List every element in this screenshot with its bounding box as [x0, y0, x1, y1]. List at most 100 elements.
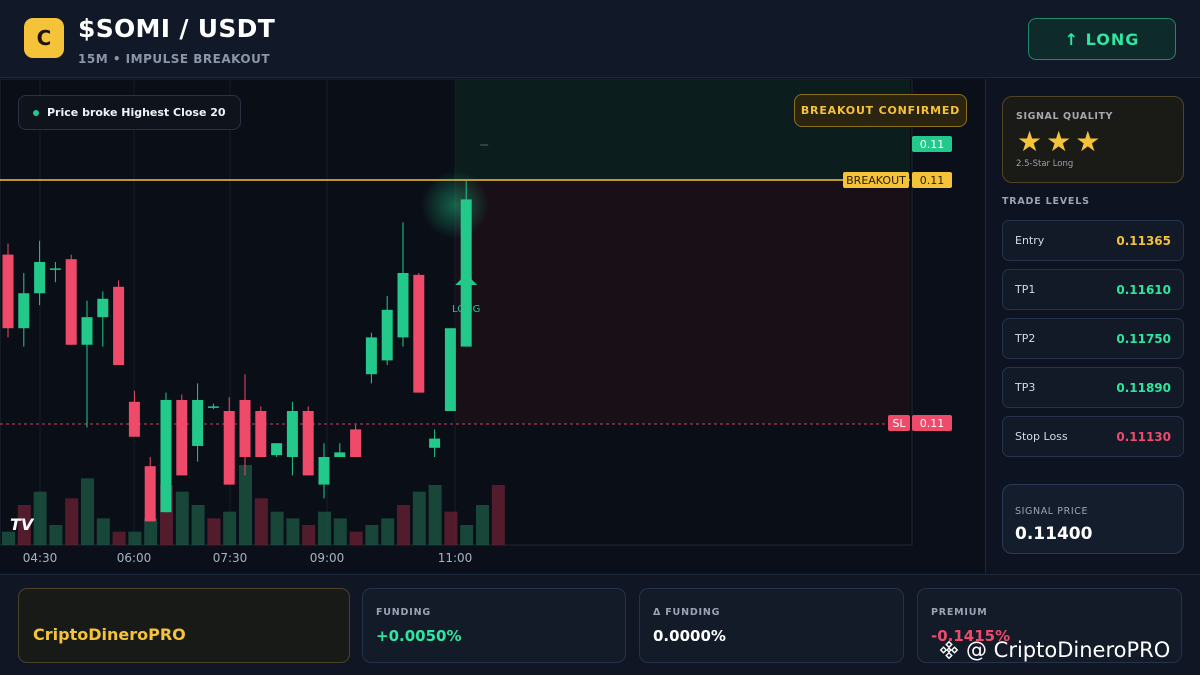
candle-body — [350, 429, 362, 457]
long-marker-label: LONG — [452, 304, 480, 315]
candle-body — [49, 268, 61, 270]
volume-bar — [223, 511, 237, 545]
brand-card: CriptoDineroPRO — [18, 588, 350, 663]
volume-bar — [381, 518, 395, 545]
candle-body — [255, 411, 267, 457]
timeframe-subtitle: 15M • IMPULSE BREAKOUT — [78, 52, 271, 66]
trade-level-value: 0.11130 — [1116, 430, 1171, 444]
candle-body — [113, 286, 125, 365]
trade-level-name: TP2 — [1015, 332, 1036, 345]
candle-body — [128, 401, 140, 437]
candle-body — [286, 411, 298, 457]
volume-bar — [96, 518, 110, 545]
volume-bar — [239, 465, 252, 545]
volume-bar — [333, 518, 347, 545]
candle-body — [160, 399, 172, 513]
header: C $SOMI / USDT 15M • IMPULSE BREAKOUT ↑ … — [0, 0, 1200, 78]
x-tick-label: 11:00 — [438, 551, 473, 565]
risk-zone — [455, 180, 910, 424]
signal-quality-subtitle: 2.5-Star Long — [1016, 159, 1074, 169]
trade-level-value: 0.11750 — [1116, 332, 1171, 346]
delta-funding-label: Δ FUNDING — [653, 607, 721, 618]
candle-body — [223, 411, 235, 485]
volume-bar — [428, 485, 442, 545]
last-price-tag: 0.11 — [920, 138, 945, 151]
volume-bar — [33, 491, 47, 545]
signal-price-label: SIGNAL PRICE — [1015, 506, 1089, 517]
candle-body — [318, 457, 330, 485]
breakout-info-text: Price broke Highest Close 20 — [47, 106, 226, 119]
candle-body — [192, 399, 204, 446]
funding-label: FUNDING — [376, 607, 431, 618]
trade-level-row: TP3 0.11890 — [1002, 367, 1184, 408]
watermark: @ CriptoDineroPRO — [938, 635, 1170, 665]
trade-level-value: 0.11365 — [1116, 234, 1171, 248]
signal-price-value: 0.11400 — [1015, 524, 1093, 544]
volume-bar — [175, 491, 189, 545]
trade-levels-heading: TRADE LEVELS — [1002, 196, 1090, 207]
breakout-info-pill: Price broke Highest Close 20 — [18, 95, 241, 130]
candle-body — [239, 399, 251, 457]
trade-level-name: TP1 — [1015, 283, 1036, 296]
volume-bar — [286, 518, 300, 545]
candle-body — [207, 406, 219, 408]
funding-value: +0.0050% — [376, 627, 462, 645]
candle-body — [271, 443, 283, 456]
chart-canvas[interactable]: LONG 0.11 BREAKOUT 0.11 SL 0.11 04:30 06:00 07:3… — [0, 79, 986, 573]
candle-body — [444, 328, 456, 411]
volume-bar — [302, 525, 316, 545]
signal-price-card: SIGNAL PRICE 0.11400 — [1002, 484, 1184, 554]
volume-bar — [49, 525, 63, 545]
volume-bar — [207, 518, 221, 545]
volume-bar — [254, 498, 268, 545]
volume-bar — [144, 518, 158, 545]
trade-level-row: Stop Loss 0.11130 — [1002, 416, 1184, 457]
volume-bar — [349, 531, 363, 545]
tradingview-logo: TV — [10, 515, 34, 534]
volume-bar — [65, 498, 79, 545]
candle-body — [413, 274, 425, 393]
candle-body — [144, 466, 156, 522]
brand-name: CriptoDineroPRO — [33, 625, 186, 644]
trade-level-value: 0.11890 — [1116, 381, 1171, 395]
candle-body — [397, 273, 409, 338]
candle-body — [97, 298, 109, 318]
volume-bar — [476, 505, 489, 545]
candle-body — [34, 261, 46, 294]
signal-quality-label: SIGNAL QUALITY — [1016, 111, 1114, 122]
binance-icon — [939, 640, 959, 660]
x-tick-label: 09:00 — [310, 551, 345, 565]
watermark-text: @ CriptoDineroPRO — [966, 638, 1171, 662]
delta-funding-value: 0.0000% — [653, 627, 726, 645]
candle-body — [429, 438, 441, 448]
delta-funding-card: Δ FUNDING 0.0000% — [639, 588, 904, 663]
signal-panel: SIGNAL QUALITY ★★★ 2.5-Star Long TRADE L… — [987, 79, 1200, 573]
volume-bar — [128, 531, 142, 545]
status-dot-icon — [33, 109, 39, 116]
trade-level-name: Entry — [1015, 234, 1045, 247]
trade-level-name: Stop Loss — [1015, 430, 1068, 443]
volume-bar — [460, 525, 474, 545]
long-direction-button[interactable]: ↑ LONG — [1028, 18, 1176, 60]
price-chart[interactable]: LONG 0.11 BREAKOUT 0.11 SL 0.11 04:30 06:00 07:3… — [0, 79, 986, 573]
signal-quality-card: SIGNAL QUALITY ★★★ 2.5-Star Long — [1002, 96, 1184, 183]
candle-body — [365, 337, 377, 375]
funding-card: FUNDING +0.0050% — [362, 588, 626, 663]
star-rating-icon: ★★★ — [1017, 125, 1105, 158]
trade-level-value: 0.11610 — [1116, 283, 1171, 297]
trade-level-name: TP3 — [1015, 381, 1036, 394]
candle-body — [334, 452, 346, 457]
volume-bar — [491, 485, 505, 545]
trade-level-row: TP2 0.11750 — [1002, 318, 1184, 359]
volume-bar — [112, 531, 126, 545]
volume-bar — [397, 505, 410, 545]
volume-bar — [444, 511, 458, 545]
volume-bar — [365, 525, 379, 545]
trade-level-row: TP1 0.11610 — [1002, 269, 1184, 310]
app-logo: C — [24, 18, 64, 58]
trade-level-row: Entry 0.11365 — [1002, 220, 1184, 261]
volume-bar — [81, 478, 94, 545]
volume-bar — [412, 491, 426, 545]
candle-body — [381, 309, 393, 361]
candle-body — [18, 293, 30, 329]
